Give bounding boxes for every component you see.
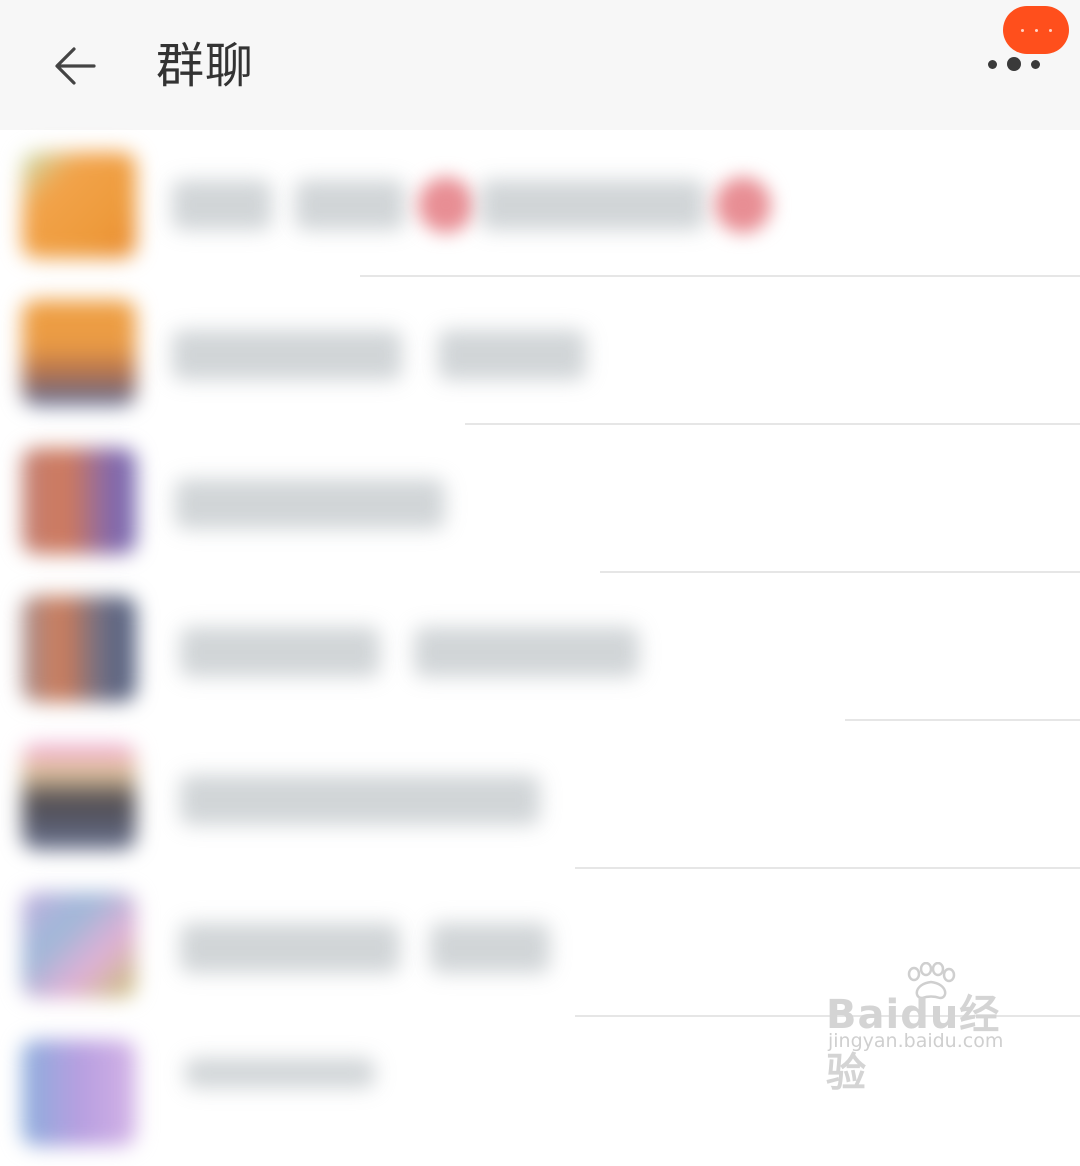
page-title: 群聊 [156, 38, 255, 94]
baidu-jingyan-watermark: Baidu经验 jingyan.baidu.com [826, 962, 1026, 1096]
notification-badge [1003, 6, 1069, 54]
avatar [22, 596, 136, 702]
avatar [22, 744, 136, 850]
avatar [22, 448, 136, 554]
blurred-name [175, 479, 445, 529]
blurred-name [180, 923, 400, 973]
more-dots-icon [988, 60, 997, 69]
more-options-button[interactable] [984, 50, 1046, 80]
list-item[interactable] [0, 426, 1080, 574]
group-chat-list [0, 130, 1080, 1146]
divider [465, 423, 1080, 425]
back-arrow-icon[interactable] [46, 36, 106, 96]
blurred-name [180, 775, 540, 825]
list-item[interactable] [0, 130, 1080, 278]
blurred-name [172, 330, 402, 380]
avatar [22, 300, 136, 406]
avatar [22, 152, 136, 258]
watermark-url: jingyan.baidu.com [828, 1030, 1004, 1052]
list-item[interactable] [0, 574, 1080, 722]
list-item[interactable] [0, 278, 1080, 426]
avatar [22, 1040, 136, 1146]
divider [600, 571, 1080, 573]
blurred-name [172, 180, 272, 230]
top-bar: 群聊 [0, 0, 1080, 130]
blurred-name [180, 627, 380, 677]
emoji-blur [418, 177, 474, 233]
list-item[interactable] [0, 722, 1080, 870]
divider [360, 275, 1080, 277]
avatar [22, 892, 136, 998]
blurred-name [185, 1058, 375, 1088]
divider [845, 719, 1080, 721]
divider [575, 867, 1080, 869]
